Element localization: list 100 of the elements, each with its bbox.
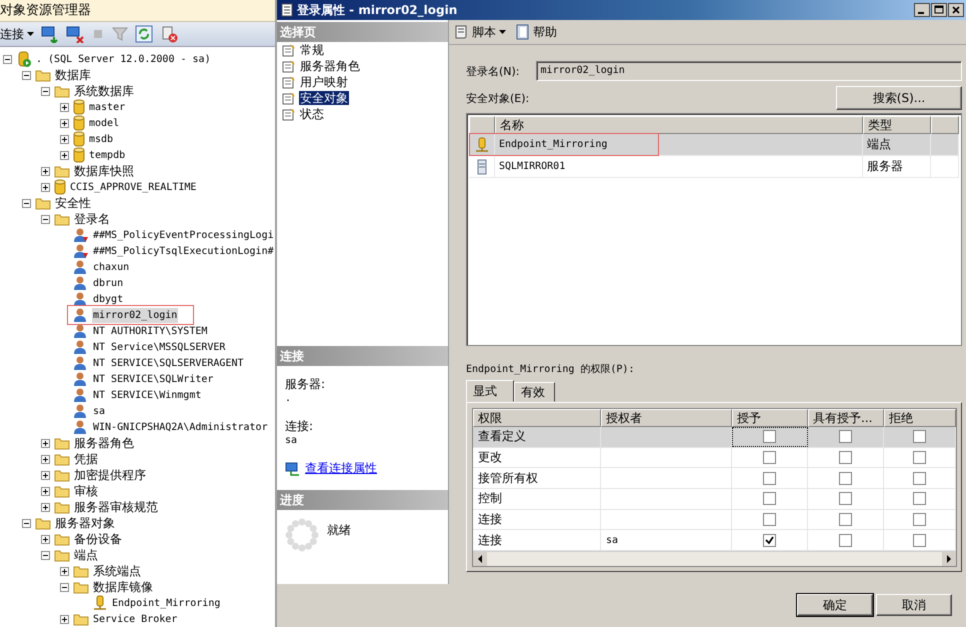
expand-icon[interactable] — [60, 566, 69, 576]
tree-item[interactable]: dbrun — [92, 276, 124, 290]
checkbox[interactable] — [913, 451, 926, 464]
tree-item[interactable]: 数据库镜像 — [92, 580, 154, 594]
tree-row[interactable]: Endpoint_Mirroring — [0, 595, 275, 611]
tree-item[interactable]: . (SQL Server 12.0.2000 - sa) — [35, 52, 212, 66]
connect-button[interactable]: 连接 — [0, 26, 34, 42]
tree-row[interactable]: ##MS_PolicyTsqlExecutionLogin# — [0, 243, 275, 259]
tree-item[interactable]: 端点 — [73, 548, 99, 562]
expand-icon[interactable] — [60, 118, 69, 128]
expand-icon[interactable] — [60, 614, 69, 624]
checkbox[interactable] — [913, 430, 926, 444]
expand-icon[interactable] — [60, 134, 69, 144]
page-item[interactable]: 状态 — [299, 107, 325, 121]
expand-icon[interactable] — [60, 102, 69, 112]
tree-item[interactable]: NT SERVICE\SQLWriter — [92, 372, 214, 386]
collapse-icon[interactable] — [60, 582, 69, 592]
tree-row[interactable]: 服务器角色 — [0, 435, 275, 451]
tree-item[interactable]: NT SERVICE\SQLSERVERAGENT — [92, 356, 245, 370]
tree-row[interactable]: 数据库镜像 — [0, 579, 275, 595]
expand-icon[interactable] — [60, 150, 69, 160]
checkbox[interactable] — [913, 513, 926, 526]
tree-item[interactable]: ##MS_PolicyEventProcessingLogi — [92, 228, 275, 242]
checkbox[interactable] — [839, 451, 852, 464]
tree-item[interactable]: msdb — [88, 132, 114, 146]
expand-icon[interactable] — [41, 502, 50, 512]
tree-item[interactable]: 安全性 — [54, 196, 92, 210]
tree-item[interactable]: chaxun — [92, 260, 130, 274]
page-item[interactable]: 服务器角色 — [299, 59, 361, 73]
tree-row[interactable]: 数据库快照 — [0, 163, 275, 179]
checkbox[interactable] — [913, 492, 926, 506]
checkbox[interactable] — [763, 451, 776, 464]
close-icon[interactable] — [948, 3, 964, 17]
horizontal-scrollbar[interactable] — [473, 551, 956, 566]
collapse-icon[interactable] — [41, 86, 50, 96]
checkbox[interactable] — [763, 430, 776, 444]
tree-row[interactable]: NT AUTHORITY\SYSTEM — [0, 323, 275, 339]
checkbox[interactable] — [839, 513, 852, 526]
collapse-icon[interactable] — [41, 550, 50, 560]
tree-row[interactable]: dbygt — [0, 291, 275, 307]
page-item[interactable]: 常规 — [299, 43, 325, 57]
tab[interactable]: 显式 — [466, 380, 514, 402]
tree-item[interactable]: 审核 — [73, 484, 99, 498]
tree-item[interactable]: model — [88, 116, 120, 130]
search-button[interactable]: 搜索(S)... — [836, 86, 962, 110]
table-row[interactable]: 连接 — [473, 510, 956, 530]
table-row[interactable]: 控制 — [473, 489, 956, 510]
maximize-icon[interactable] — [931, 3, 947, 17]
table-row[interactable]: 更改 — [473, 448, 956, 468]
tree-item[interactable]: 加密提供程序 — [73, 468, 147, 482]
tree-row[interactable]: model — [0, 115, 275, 131]
tree-item[interactable]: 数据库 — [54, 68, 92, 82]
tree-row[interactable]: 加密提供程序 — [0, 467, 275, 483]
tree-item[interactable]: WIN-GNICPSHAQ2A\Administrator — [92, 420, 269, 434]
tree-item[interactable]: mirror02_login — [92, 308, 178, 322]
tree-row[interactable]: chaxun — [0, 259, 275, 275]
tree-row[interactable]: 凭据 — [0, 451, 275, 467]
tree-row[interactable]: 系统数据库 — [0, 83, 275, 99]
script-button[interactable]: 脚本 — [453, 24, 506, 40]
tree-item[interactable]: NT SERVICE\Winmgmt — [92, 388, 202, 402]
checkbox[interactable] — [763, 513, 776, 526]
tree-item[interactable]: 服务器对象 — [54, 516, 116, 530]
checkbox[interactable] — [763, 472, 776, 485]
table-row[interactable]: 接管所有权 — [473, 468, 956, 490]
checkbox[interactable] — [839, 492, 852, 506]
tree-row[interactable]: 系统端点 — [0, 563, 275, 579]
expand-icon[interactable] — [41, 534, 50, 544]
tree-item[interactable]: 服务器审核规范 — [73, 500, 159, 514]
expand-icon[interactable] — [41, 166, 50, 176]
tab[interactable]: 有效 — [514, 382, 555, 402]
tree-row[interactable]: NT SERVICE\SQLWriter — [0, 371, 275, 387]
tree-row[interactable]: WIN-GNICPSHAQ2A\Administrator — [0, 419, 275, 435]
dialog-button[interactable]: 取消 — [876, 594, 952, 616]
tree-row[interactable]: Service Broker — [0, 611, 275, 627]
tree-item[interactable]: sa — [92, 404, 106, 418]
page-item[interactable]: 用户映射 — [299, 75, 349, 89]
table-row[interactable]: SQLMIRROR01 服务器 — [469, 156, 959, 178]
help-button[interactable]: 帮助 — [516, 24, 557, 40]
tree-item[interactable]: 备份设备 — [73, 532, 123, 546]
table-row[interactable]: Endpoint_Mirroring 端点 — [469, 134, 959, 156]
collapse-icon[interactable] — [3, 54, 12, 64]
tree-row[interactable]: 备份设备 — [0, 531, 275, 547]
tree-item[interactable]: dbygt — [92, 292, 124, 306]
connection-properties-link[interactable]: 查看连接属性 — [305, 460, 377, 477]
minimize-icon[interactable] — [914, 3, 930, 17]
tree-row[interactable]: msdb — [0, 131, 275, 147]
expand-icon[interactable] — [41, 486, 50, 496]
tree-item[interactable]: 登录名 — [73, 212, 111, 226]
tree-row[interactable]: sa — [0, 403, 275, 419]
page-item[interactable]: 安全对象 — [299, 91, 349, 105]
tree-row[interactable]: 服务器对象 — [0, 515, 275, 531]
tree-item[interactable]: Service Broker — [92, 612, 178, 626]
expand-icon[interactable] — [41, 182, 50, 192]
collapse-icon[interactable] — [22, 518, 31, 528]
checkbox[interactable] — [763, 534, 776, 547]
tree-row[interactable]: ##MS_PolicyEventProcessingLogi — [0, 227, 275, 243]
tree-row[interactable]: tempdb — [0, 147, 275, 163]
tree-row[interactable]: NT SERVICE\SQLSERVERAGENT — [0, 355, 275, 371]
tree-row[interactable]: 数据库 — [0, 67, 275, 83]
tree-row[interactable]: NT SERVICE\Winmgmt — [0, 387, 275, 403]
